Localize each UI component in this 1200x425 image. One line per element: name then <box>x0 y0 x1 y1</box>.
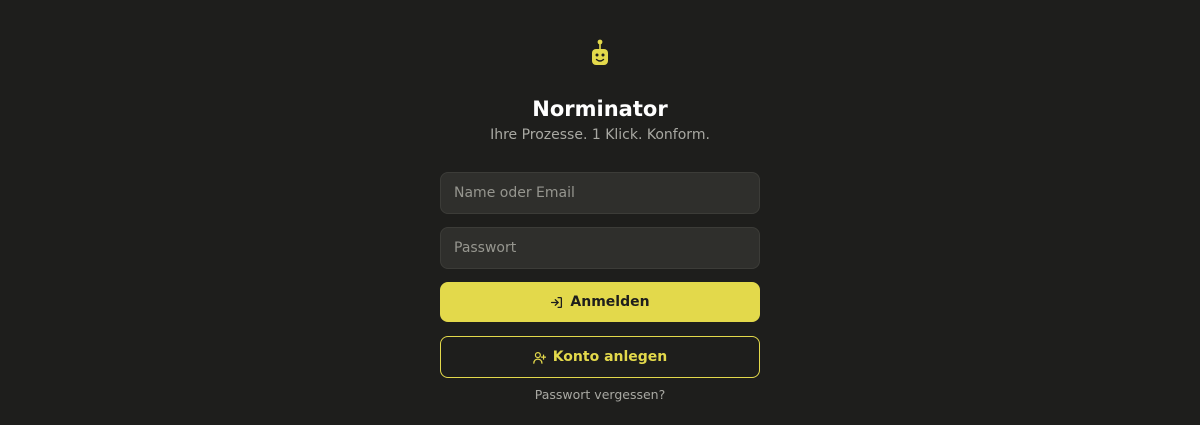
login-button[interactable]: Anmelden <box>440 282 760 322</box>
name-or-email-input[interactable] <box>440 172 760 214</box>
app-tagline: Ihre Prozesse. 1 Klick. Konform. <box>490 127 710 143</box>
robot-head-icon <box>589 38 611 70</box>
create-account-button[interactable]: Konto anlegen <box>440 336 760 378</box>
create-account-button-label: Konto anlegen <box>552 349 668 365</box>
user-plus-icon <box>532 351 546 364</box>
password-input[interactable] <box>440 227 760 269</box>
login-page: Norminator Ihre Prozesse. 1 Klick. Konfo… <box>0 0 1200 425</box>
log-in-icon <box>550 296 563 309</box>
forgot-password-link[interactable]: Passwort vergessen? <box>535 387 665 402</box>
login-button-label: Anmelden <box>570 294 650 310</box>
app-title: Norminator <box>532 97 668 121</box>
forgot-password-row: Passwort vergessen? <box>0 387 1200 403</box>
